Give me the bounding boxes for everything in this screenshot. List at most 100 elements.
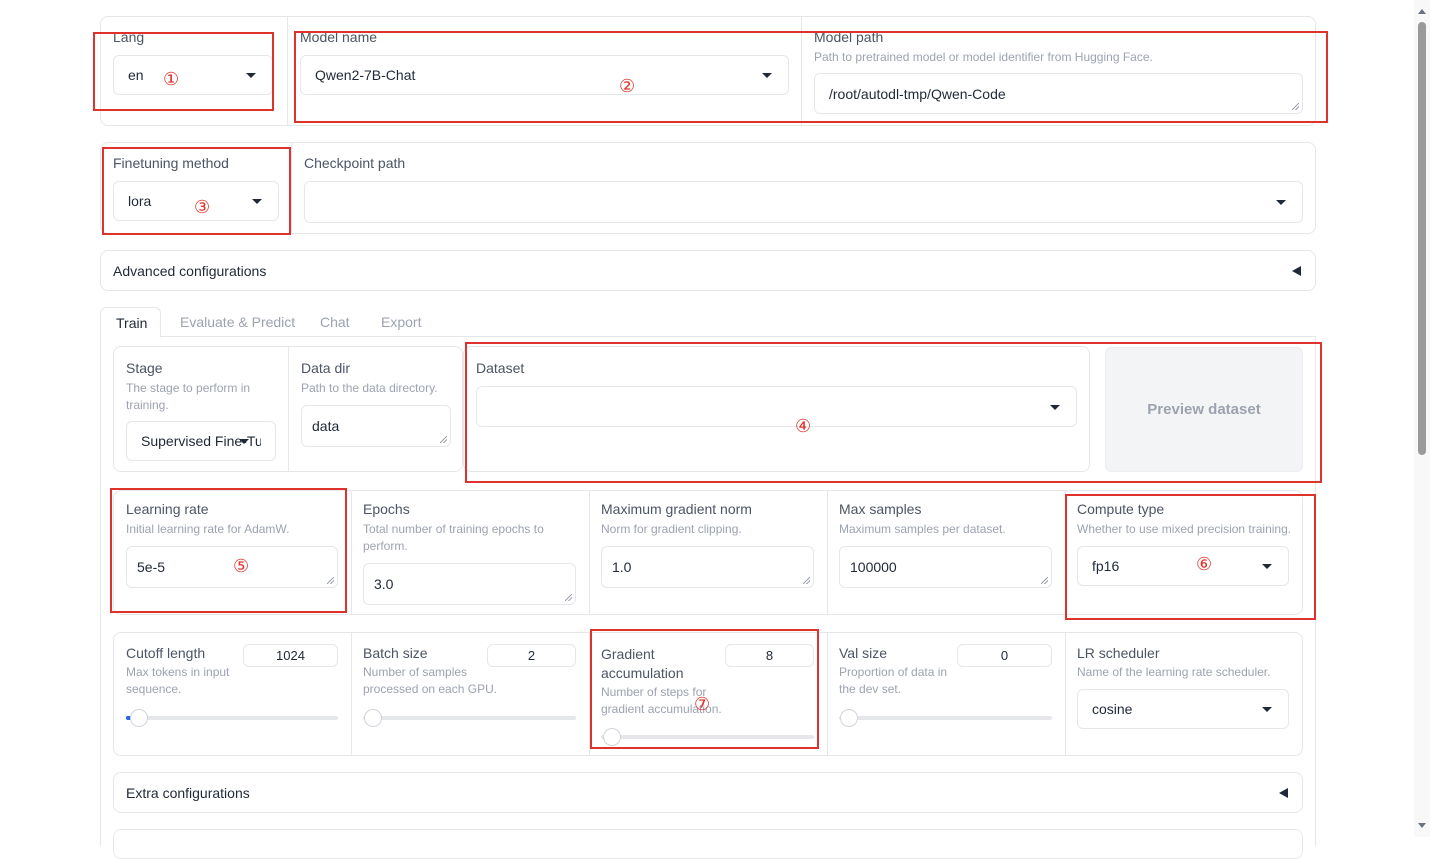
epochs-label: Epochs [363, 501, 410, 517]
cutoff-length-number[interactable]: 1024 [243, 644, 338, 667]
annotation-number-6: ⑥ [1196, 554, 1213, 574]
data-dir-info: Path to the data directory. [301, 381, 438, 395]
chevron-down-icon [239, 439, 249, 444]
dataset-label: Dataset [476, 360, 525, 376]
model-path-label: Model path [814, 29, 884, 45]
lr-scheduler-dropdown[interactable]: cosine [1077, 689, 1289, 729]
epochs-input[interactable]: 3.0 [363, 563, 576, 605]
tab-train[interactable]: Train [100, 307, 161, 338]
annotation-number-2: ② [619, 76, 636, 96]
finetuning-method-value: lora [128, 193, 152, 209]
data-dir-label: Data dir [301, 360, 351, 376]
compute-type-dropdown[interactable]: fp16 [1077, 546, 1289, 586]
resize-handle-icon[interactable] [1041, 577, 1048, 584]
grad-accum-slider-track[interactable] [601, 735, 814, 739]
checkpoint-path-dropdown[interactable] [304, 181, 1303, 223]
cutoff-length-label: Cutoff length [126, 645, 206, 661]
scrollbar-thumb[interactable] [1418, 22, 1426, 455]
batch-size-slider-track[interactable] [363, 716, 576, 720]
preview-dataset-button[interactable]: Preview dataset [1105, 347, 1303, 472]
collapse-arrow-icon [1292, 266, 1301, 276]
resize-handle-icon[interactable] [803, 577, 810, 584]
val-size-slider-track[interactable] [839, 716, 1052, 720]
grad-accum-number[interactable]: 8 [725, 644, 814, 667]
grad-accum-slider-thumb[interactable] [603, 728, 621, 746]
stage-dropdown[interactable]: Supervised Fine-Tur [126, 421, 276, 461]
compute-type-label: Compute type [1077, 501, 1165, 517]
lr-scheduler-value: cosine [1092, 701, 1133, 717]
val-size-slider-thumb[interactable] [840, 709, 858, 727]
model-path-input[interactable]: /root/autodl-tmp/Qwen-Code [814, 73, 1303, 114]
compute-type-value: fp16 [1092, 558, 1120, 574]
data-dir-input[interactable]: data [301, 405, 451, 447]
chevron-down-icon [762, 73, 772, 78]
batch-size-label: Batch size [363, 645, 428, 661]
grad-accum-label: Gradient accumulation [601, 646, 684, 681]
max-grad-norm-info: Norm for gradient clipping. [601, 522, 742, 536]
chevron-down-icon [1050, 404, 1060, 410]
cutoff-length-slider-thumb[interactable] [130, 709, 148, 727]
cutoff-length-slider-track[interactable] [126, 716, 338, 720]
model-name-dropdown[interactable]: Qwen2-7B-Chat [300, 55, 789, 95]
epochs-value: 3.0 [374, 576, 394, 592]
lang-label: Lang [113, 29, 145, 45]
checkpoint-path-label: Checkpoint path [304, 155, 406, 171]
model-name-value: Qwen2-7B-Chat [315, 67, 416, 83]
resize-handle-icon[interactable] [327, 577, 334, 584]
chevron-down-icon [1262, 564, 1272, 569]
next-accordion-partial [113, 829, 1303, 859]
epochs-info: Total number of training epochs to perfo… [363, 522, 544, 553]
chevron-down-icon [246, 73, 256, 78]
dataset-dropdown[interactable] [476, 386, 1077, 427]
resize-handle-icon[interactable] [565, 594, 572, 601]
scrollbar[interactable] [1414, 0, 1430, 837]
annotation-number-4: ④ [795, 416, 812, 436]
tab-chat[interactable]: Chat [320, 314, 350, 330]
annotation-number-5: ⑤ [233, 556, 250, 576]
tab-bar: Train Evaluate & Predict Chat Export [100, 307, 1316, 338]
max-grad-norm-value: 1.0 [612, 559, 632, 575]
max-samples-input[interactable]: 100000 [839, 546, 1052, 588]
lang-dropdown[interactable]: en [113, 55, 273, 95]
batch-size-slider-thumb[interactable] [364, 709, 382, 727]
max-samples-value: 100000 [850, 559, 897, 575]
tab-export[interactable]: Export [381, 314, 421, 330]
extra-config-accordion[interactable]: Extra configurations [113, 772, 1303, 813]
stage-label: Stage [126, 360, 163, 376]
scroll-up-arrow-icon[interactable] [1418, 9, 1426, 14]
resize-handle-icon[interactable] [1292, 103, 1299, 110]
extra-config-label: Extra configurations [126, 785, 250, 801]
learning-rate-value: 5e-5 [137, 559, 166, 575]
lang-value: en [128, 67, 144, 83]
annotation-number-1: ① [163, 69, 180, 89]
val-size-label: Val size [839, 645, 887, 661]
val-size-info: Proportion of data in the dev set. [839, 665, 948, 696]
advanced-config-accordion[interactable]: Advanced configurations [100, 250, 1316, 291]
tab-evaluate-predict[interactable]: Evaluate & Predict [180, 314, 295, 330]
cutoff-length-info: Max tokens in input sequence. [126, 665, 230, 696]
advanced-config-label: Advanced configurations [113, 263, 267, 279]
max-samples-label: Max samples [839, 501, 922, 517]
max-samples-info: Maximum samples per dataset. [839, 522, 1006, 536]
learning-rate-input[interactable]: 5e-5 [126, 546, 338, 588]
learning-rate-label: Learning rate [126, 501, 209, 517]
finetuning-method-label: Finetuning method [113, 155, 229, 171]
annotation-number-3: ③ [194, 197, 211, 217]
chevron-down-icon [1276, 200, 1286, 205]
collapse-arrow-icon [1279, 788, 1288, 798]
model-path-info: Path to pretrained model or model identi… [814, 50, 1153, 64]
compute-type-info: Whether to use mixed precision training. [1077, 522, 1292, 536]
learning-rate-info: Initial learning rate for AdamW. [126, 522, 290, 536]
preview-dataset-label: Preview dataset [1147, 401, 1261, 418]
annotation-number-7: ⑦ [694, 694, 711, 714]
tab-train-label: Train [116, 315, 148, 331]
data-dir-value: data [312, 418, 340, 434]
max-grad-norm-label: Maximum gradient norm [601, 501, 752, 517]
batch-size-number[interactable]: 2 [487, 644, 576, 667]
val-size-number[interactable]: 0 [957, 644, 1052, 667]
lr-scheduler-label: LR scheduler [1077, 645, 1160, 661]
scroll-down-arrow-icon[interactable] [1418, 823, 1426, 828]
batch-size-info: Number of samples processed on each GPU. [363, 665, 498, 696]
resize-handle-icon[interactable] [440, 436, 447, 443]
max-grad-norm-input[interactable]: 1.0 [601, 546, 814, 588]
